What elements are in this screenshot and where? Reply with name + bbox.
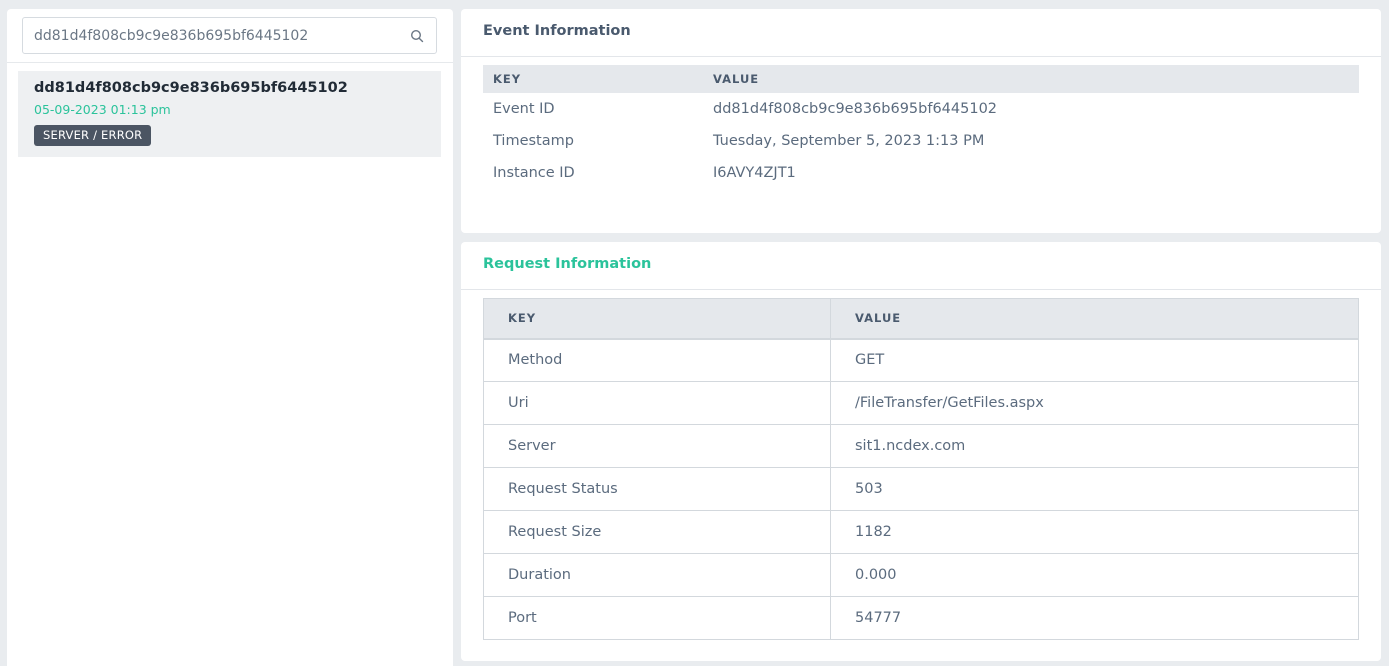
search-box[interactable]	[22, 17, 437, 54]
request-info-table: KEY VALUE Method GET Uri /FileTransfer/G…	[483, 298, 1359, 640]
event-type-badge: SERVER / ERROR	[34, 125, 152, 146]
row-value: 1182	[830, 510, 1359, 554]
table-row: Duration 0.000	[483, 553, 1359, 597]
divider	[7, 62, 453, 63]
table-header-row: KEY VALUE	[483, 65, 1359, 93]
event-information-card: Event Information KEY VALUE Event ID dd8…	[461, 9, 1381, 233]
row-key: Port	[483, 596, 831, 640]
event-info-table: KEY VALUE Event ID dd81d4f808cb9c9e836b6…	[483, 65, 1359, 189]
divider	[461, 56, 1381, 57]
row-value: 54777	[830, 596, 1359, 640]
card-title: Request Information	[483, 256, 652, 272]
row-value: GET	[830, 338, 1359, 382]
table-row: Request Size 1182	[483, 510, 1359, 554]
table-row: Instance ID I6AVY4ZJT1	[483, 157, 1359, 189]
search-icon[interactable]	[410, 28, 424, 43]
event-list-panel: dd81d4f808cb9c9e836b695bf6445102 05-09-2…	[7, 9, 453, 666]
event-list-item[interactable]: dd81d4f808cb9c9e836b695bf6445102 05-09-2…	[18, 71, 441, 157]
row-value: dd81d4f808cb9c9e836b695bf6445102	[713, 101, 998, 117]
row-key: Uri	[483, 381, 831, 425]
row-key: Timestamp	[493, 133, 574, 149]
row-value: I6AVY4ZJT1	[713, 165, 796, 181]
table-row: Event ID dd81d4f808cb9c9e836b695bf644510…	[483, 93, 1359, 125]
table-row: Timestamp Tuesday, September 5, 2023 1:1…	[483, 125, 1359, 157]
row-key: Method	[483, 338, 831, 382]
divider	[461, 289, 1381, 290]
row-value: Tuesday, September 5, 2023 1:13 PM	[713, 133, 985, 149]
row-value: sit1.ncdex.com	[830, 424, 1359, 468]
key-column-header: KEY	[483, 65, 703, 93]
row-key: Event ID	[493, 101, 555, 117]
value-column-header: VALUE	[703, 65, 1359, 93]
row-value: /FileTransfer/GetFiles.aspx	[830, 381, 1359, 425]
row-key: Duration	[483, 553, 831, 597]
table-row: Request Status 503	[483, 467, 1359, 511]
value-column-header: VALUE	[830, 298, 1359, 340]
row-value: 503	[830, 467, 1359, 511]
card-title: Event Information	[483, 23, 631, 39]
row-key: Request Status	[483, 467, 831, 511]
event-id: dd81d4f808cb9c9e836b695bf6445102	[34, 80, 348, 96]
table-row: Server sit1.ncdex.com	[483, 424, 1359, 468]
table-row: Uri /FileTransfer/GetFiles.aspx	[483, 381, 1359, 425]
request-information-card: Request Information KEY VALUE Method GET…	[461, 242, 1381, 661]
key-column-header: KEY	[483, 298, 831, 340]
row-key: Server	[483, 424, 831, 468]
search-input[interactable]	[23, 18, 403, 53]
table-row: Port 54777	[483, 596, 1359, 640]
row-key: Instance ID	[493, 165, 575, 181]
row-value: 0.000	[830, 553, 1359, 597]
event-timestamp: 05-09-2023 01:13 pm	[34, 102, 171, 117]
row-key: Request Size	[483, 510, 831, 554]
table-row: Method GET	[483, 338, 1359, 382]
table-header-row: KEY VALUE	[483, 298, 1359, 340]
